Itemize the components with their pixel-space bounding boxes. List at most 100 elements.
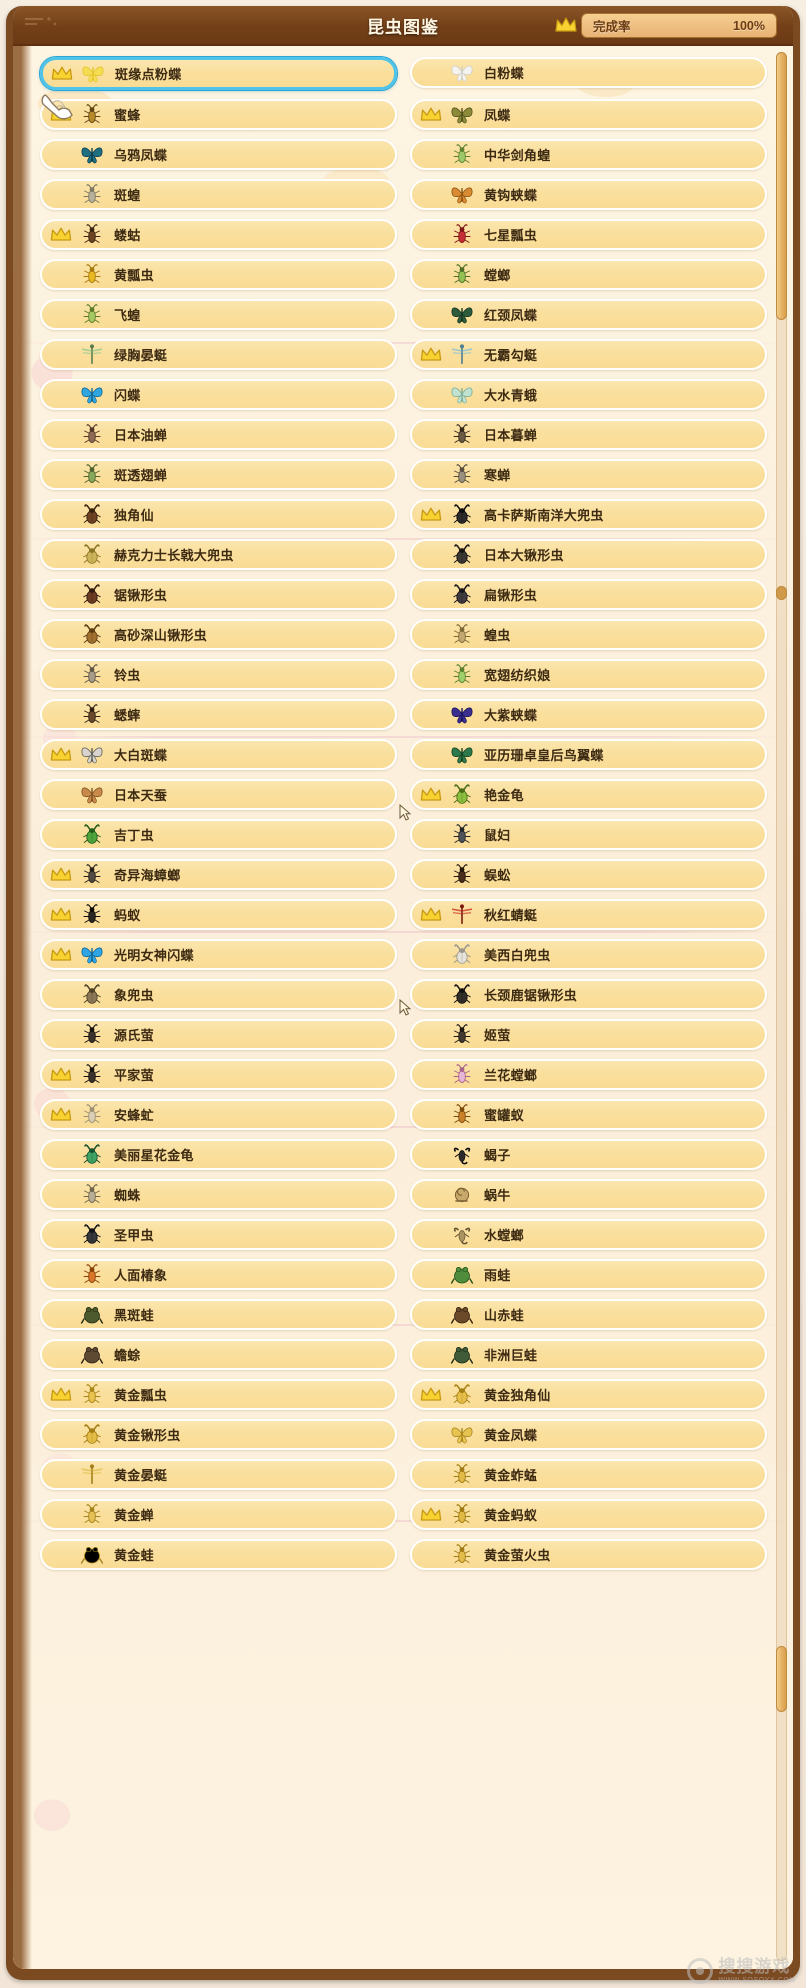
insect-row[interactable]: 平家萤 — [40, 1058, 397, 1090]
insect-row[interactable]: 大紫蛱蝶 — [410, 698, 767, 730]
insect-row[interactable]: 大水青蛾 — [410, 378, 767, 410]
insect-row[interactable]: 斑缘点粉蝶 — [40, 56, 397, 90]
insect-row[interactable]: 高砂深山锹形虫 — [40, 618, 397, 650]
scrollbar-thumb[interactable] — [776, 52, 787, 320]
insect-row[interactable]: 雨蛙 — [410, 1258, 767, 1290]
insect-row[interactable]: 日本油蝉 — [40, 418, 397, 450]
insect-row[interactable]: 蝗虫 — [410, 618, 767, 650]
insect-row[interactable]: 蝎子 — [410, 1138, 767, 1170]
crown-badge-slot — [46, 422, 76, 446]
list-body[interactable]: 斑缘点粉蝶 白粉蝶 蜜蜂 凤蝶 乌鸦凤蝶 中华剑角蝗 斑蝗 黄钩蛱蝶 蝼蛄 七星… — [13, 46, 793, 1969]
insect-row[interactable]: 寒蝉 — [410, 458, 767, 490]
insect-row[interactable]: 黄瓢虫 — [40, 258, 397, 290]
insect-row[interactable]: 黄金萤火虫 — [410, 1538, 767, 1570]
insect-row[interactable]: 螳螂 — [410, 258, 767, 290]
insect-row[interactable]: 凤蝶 — [410, 98, 767, 130]
insect-row[interactable]: 光明女神闪蝶 — [40, 938, 397, 970]
insect-row[interactable]: 飞蝗 — [40, 298, 397, 330]
insect-row[interactable]: 姬萤 — [410, 1018, 767, 1050]
insect-row[interactable]: 圣甲虫 — [40, 1218, 397, 1250]
list-cell: 无霸勾蜓 — [410, 334, 767, 374]
insect-row[interactable]: 秋红蜻蜓 — [410, 898, 767, 930]
list-cell: 大紫蛱蝶 — [410, 694, 767, 734]
insect-row[interactable]: 长颈鹿锯锹形虫 — [410, 978, 767, 1010]
insect-row[interactable]: 象兜虫 — [40, 978, 397, 1010]
crown-badge-slot — [416, 1462, 446, 1486]
insect-row[interactable]: 独角仙 — [40, 498, 397, 530]
scrollbar-thumb-lower[interactable] — [776, 1646, 787, 1712]
crown-badge-slot — [46, 902, 76, 926]
insect-row[interactable]: 黄金蛙 — [40, 1538, 397, 1570]
insect-row[interactable]: 兰花螳螂 — [410, 1058, 767, 1090]
insect-name: 宽翅纺织娘 — [484, 667, 551, 683]
insect-name: 圣甲虫 — [114, 1227, 154, 1243]
insect-row[interactable]: 黄钩蛱蝶 — [410, 178, 767, 210]
insect-row[interactable]: 蜜蜂 — [40, 98, 397, 130]
tree-frog-icon — [450, 1267, 474, 1284]
insect-row[interactable]: 白粉蝶 — [410, 56, 767, 88]
insect-row[interactable]: 黄金凤蝶 — [410, 1418, 767, 1450]
insect-row[interactable]: 黄金蚱蜢 — [410, 1458, 767, 1490]
golden-dragonfly-icon — [82, 1464, 102, 1484]
insect-row[interactable]: 黄金蚂蚁 — [410, 1498, 767, 1530]
insect-row[interactable]: 蜘蛛 — [40, 1178, 397, 1210]
insect-row[interactable]: 蚂蚁 — [40, 898, 397, 930]
list-cell: 白粉蝶 — [410, 52, 767, 94]
insect-row[interactable]: 绿胸晏蜓 — [40, 338, 397, 370]
insect-row[interactable]: 铃虫 — [40, 658, 397, 690]
insect-icon-slot — [76, 1221, 108, 1247]
insect-name: 秋红蜻蜓 — [484, 907, 538, 923]
insect-row[interactable]: 蜜罐蚁 — [410, 1098, 767, 1130]
insect-row[interactable]: 奇异海蟑螂 — [40, 858, 397, 890]
insect-row[interactable]: 赫克力士长戟大兜虫 — [40, 538, 397, 570]
insect-row[interactable]: 红颈凤蝶 — [410, 298, 767, 330]
insect-row[interactable]: 七星瓢虫 — [410, 218, 767, 250]
cicada-grey-icon — [453, 464, 471, 483]
insect-row[interactable]: 黑斑蛙 — [40, 1298, 397, 1330]
insect-row[interactable]: 黄金独角仙 — [410, 1378, 767, 1410]
insect-row[interactable]: 吉丁虫 — [40, 818, 397, 850]
insect-row[interactable]: 美丽星花金龟 — [40, 1138, 397, 1170]
golden-grasshopper-icon — [453, 1464, 471, 1483]
insect-row[interactable]: 乌鸦凤蝶 — [40, 138, 397, 170]
insect-row[interactable]: 山赤蛙 — [410, 1298, 767, 1330]
insect-icon-slot — [76, 941, 108, 967]
insect-row[interactable]: 蝼蛄 — [40, 218, 397, 250]
insect-row[interactable]: 人面椿象 — [40, 1258, 397, 1290]
insect-name: 黄金萤火虫 — [484, 1547, 551, 1563]
insect-row[interactable]: 黄金蝉 — [40, 1498, 397, 1530]
insect-row[interactable]: 黄金锹形虫 — [40, 1418, 397, 1450]
insect-row[interactable]: 日本大锹形虫 — [410, 538, 767, 570]
insect-row[interactable]: 黄金晏蜓 — [40, 1458, 397, 1490]
insect-row[interactable]: 斑蝗 — [40, 178, 397, 210]
insect-row[interactable]: 蟾蜍 — [40, 1338, 397, 1370]
insect-row[interactable]: 蟋蟀 — [40, 698, 397, 730]
crown-badge-slot — [46, 1102, 76, 1126]
insect-row[interactable]: 蜗牛 — [410, 1178, 767, 1210]
list-cell: 凤蝶 — [410, 94, 767, 134]
insect-row[interactable]: 中华剑角蝗 — [410, 138, 767, 170]
insect-row[interactable]: 非洲巨蛙 — [410, 1338, 767, 1370]
insect-row[interactable]: 扁锹形虫 — [410, 578, 767, 610]
insect-row[interactable]: 源氏萤 — [40, 1018, 397, 1050]
insect-row[interactable]: 日本暮蝉 — [410, 418, 767, 450]
insect-row[interactable]: 闪蝶 — [40, 378, 397, 410]
insect-row[interactable]: 高卡萨斯南洋大兜虫 — [410, 498, 767, 530]
insect-row[interactable]: 亚历珊卓皇后鸟翼蝶 — [410, 738, 767, 770]
insect-row[interactable]: 大白斑蝶 — [40, 738, 397, 770]
insect-row[interactable]: 日本天蚕 — [40, 778, 397, 810]
insect-row[interactable]: 宽翅纺织娘 — [410, 658, 767, 690]
insect-row[interactable]: 艳金龟 — [410, 778, 767, 810]
bee-icon — [83, 104, 101, 123]
insect-row[interactable]: 蜈蚣 — [410, 858, 767, 890]
crown-badge-slot — [46, 142, 76, 166]
insect-row[interactable]: 鼠妇 — [410, 818, 767, 850]
scrollbar-marker[interactable] — [776, 586, 787, 600]
insect-row[interactable]: 无霸勾蜓 — [410, 338, 767, 370]
insect-row[interactable]: 美西白兜虫 — [410, 938, 767, 970]
insect-row[interactable]: 安蜂虻 — [40, 1098, 397, 1130]
insect-row[interactable]: 锯锹形虫 — [40, 578, 397, 610]
insect-row[interactable]: 黄金瓢虫 — [40, 1378, 397, 1410]
insect-row[interactable]: 水螳螂 — [410, 1218, 767, 1250]
insect-row[interactable]: 斑透翅蝉 — [40, 458, 397, 490]
